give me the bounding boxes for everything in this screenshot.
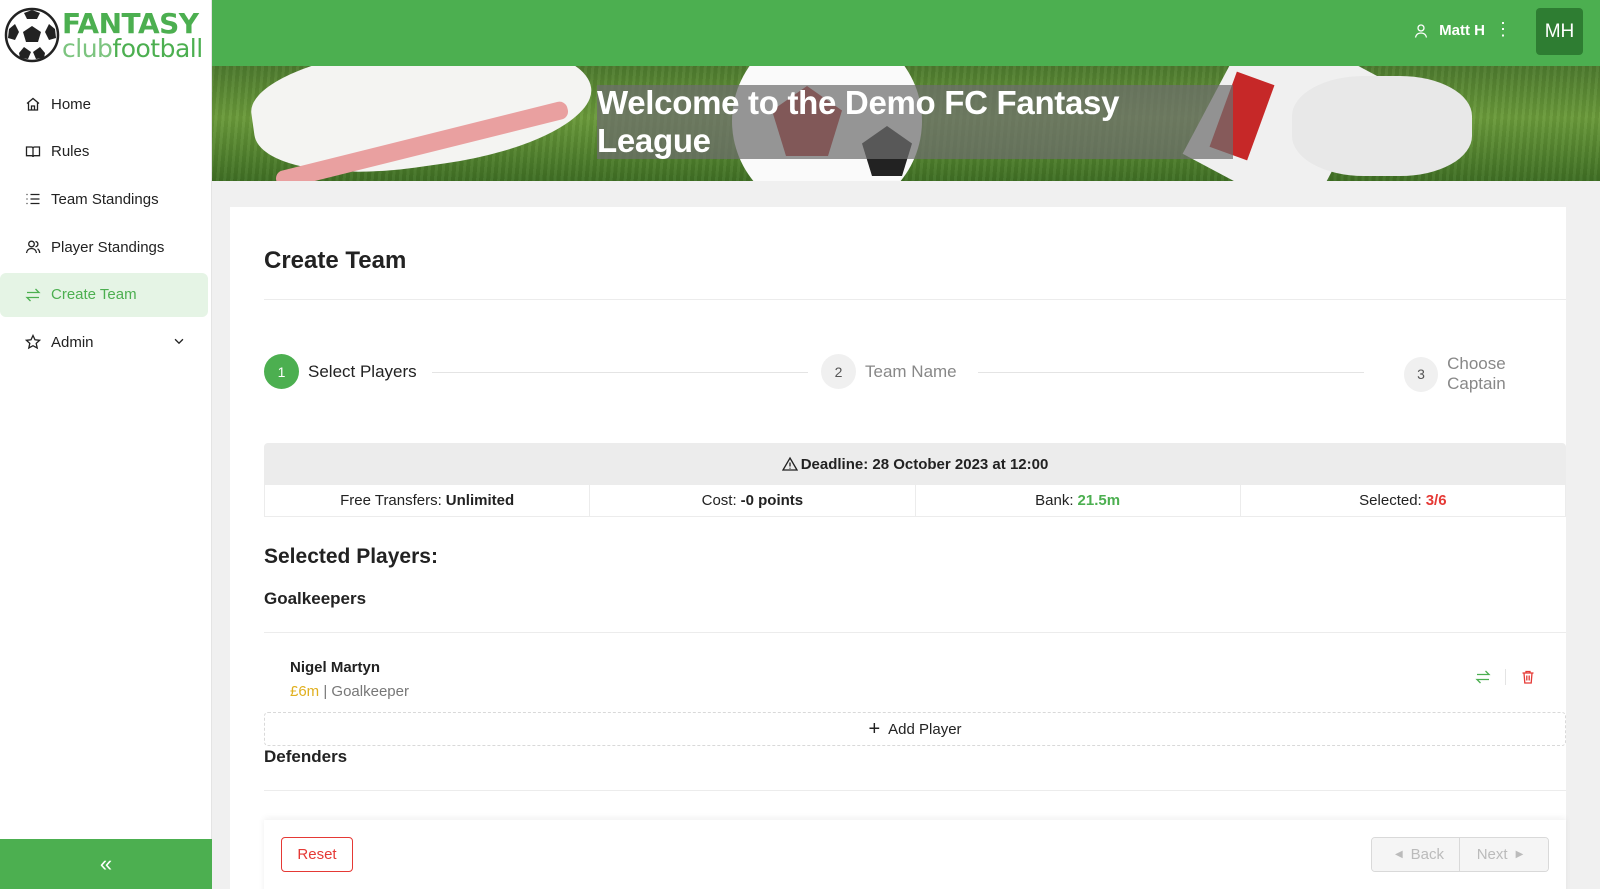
banner-title: Welcome to the Demo FC Fantasy League: [597, 84, 1233, 159]
avatar[interactable]: MH: [1536, 8, 1583, 55]
divider: [1505, 669, 1506, 685]
stat-free-transfers: Free Transfers: Unlimited: [265, 485, 591, 516]
defenders-heading: Defenders: [264, 747, 348, 766]
selected-players-heading: Selected Players:: [264, 545, 438, 568]
stat-bank: Bank: 21.5m: [916, 485, 1241, 516]
step-choose-captain[interactable]: 3 Choose Captain: [1404, 354, 1566, 394]
user-name: Matt H: [1439, 22, 1485, 39]
wizard-nav-buttons: ◀ Back Next ▶: [1371, 837, 1549, 872]
player-row: Nigel Martyn £6m | Goalkeeper: [264, 647, 1566, 707]
sidebar-item-admin[interactable]: Admin: [0, 320, 208, 364]
create-team-card: Create Team 1 Select Players 2 Team Name…: [230, 207, 1566, 889]
swap-icon: [25, 288, 41, 302]
page-title: Create Team: [264, 247, 407, 274]
sidebar-item-home[interactable]: Home: [0, 82, 208, 126]
step-connector: [432, 372, 808, 373]
player-price: £6m: [290, 683, 320, 700]
plus-icon: +: [868, 718, 881, 740]
chevron-down-icon: [174, 339, 184, 345]
sidebar: FANTASY clubfootball Home Rules Team Sta…: [0, 0, 212, 889]
home-icon: [26, 97, 40, 111]
wizard-footer: Reset ◀ Back Next ▶: [264, 820, 1566, 889]
step-team-name[interactable]: 2 Team Name: [821, 354, 957, 389]
collapse-sidebar-button[interactable]: «: [0, 839, 212, 889]
sidebar-item-team-standings[interactable]: Team Standings: [0, 177, 208, 221]
warning-icon: [781, 456, 798, 471]
step-label: Team Name: [865, 361, 957, 381]
step-number: 2: [821, 354, 856, 389]
player-meta: £6m | Goalkeeper: [290, 683, 409, 700]
team-stats: Free Transfers: Unlimited Cost: -0 point…: [264, 485, 1566, 517]
book-icon: [25, 146, 41, 157]
sidebar-item-player-standings[interactable]: Player Standings: [0, 225, 208, 269]
free-transfers-value: Unlimited: [445, 492, 515, 509]
reset-button[interactable]: Reset: [281, 837, 353, 872]
divider: [264, 299, 1566, 300]
stat-selected: Selected: 3/6: [1359, 492, 1447, 509]
list-icon: [26, 194, 40, 205]
hero-banner: Welcome to the Demo FC Fantasy League: [212, 66, 1600, 181]
step-number: 1: [264, 354, 299, 389]
sidebar-item-rules[interactable]: Rules: [0, 130, 208, 174]
stat-cost: Cost: -0 points: [590, 485, 916, 516]
deadline-banner: Deadline: 28 October 2023 at 12:00: [264, 443, 1566, 485]
player-actions: [1475, 669, 1536, 685]
user-icon: [1415, 23, 1428, 38]
step-number: 3: [1404, 356, 1439, 392]
caret-right-icon: ▶: [1515, 849, 1524, 860]
stepper: 1 Select Players 2 Team Name 3 Choose Ca…: [264, 354, 1566, 394]
top-bar: Matt H ⋮ MH: [212, 0, 1600, 66]
users-icon: [25, 240, 41, 254]
double-chevron-left-icon: «: [99, 851, 113, 876]
selected-value: 3/6: [1425, 492, 1447, 509]
delete-icon[interactable]: [1520, 669, 1536, 685]
add-player-button[interactable]: + Add Player: [264, 712, 1566, 746]
player-name: Nigel Martyn: [290, 659, 381, 676]
step-label: Select Players: [308, 361, 417, 381]
sidebar-item-label: Rules: [51, 143, 90, 161]
sidebar-nav: Home Rules Team Standings Player Standin…: [0, 82, 212, 368]
sidebar-item-label: Create Team: [51, 286, 137, 304]
soccer-ball-icon: [4, 7, 60, 63]
sidebar-item-label: Player Standings: [51, 238, 165, 256]
logo[interactable]: FANTASY clubfootball: [4, 6, 204, 64]
player-position: Goalkeeper: [331, 683, 409, 700]
user-menu[interactable]: Matt H: [1413, 22, 1485, 39]
divider: [264, 790, 1566, 791]
step-label: Choose Captain: [1447, 354, 1506, 393]
next-label: Next: [1476, 846, 1508, 863]
back-label: Back: [1410, 846, 1445, 863]
sidebar-item-label: Admin: [51, 333, 94, 351]
next-button[interactable]: Next ▶: [1460, 838, 1548, 871]
step-select-players[interactable]: 1 Select Players: [264, 354, 417, 389]
divider: [264, 632, 1566, 633]
caret-left-icon: ◀: [1394, 849, 1403, 860]
more-options-icon[interactable]: ⋮: [1494, 20, 1512, 38]
bank-value: 21.5m: [1077, 492, 1121, 509]
sidebar-item-label: Home: [51, 95, 92, 113]
add-player-label: Add Player: [888, 720, 962, 738]
sidebar-item-label: Team Standings: [51, 190, 159, 208]
logo-line-2: clubfootball: [62, 33, 203, 63]
star-icon: [25, 334, 41, 350]
step-connector: [978, 372, 1364, 373]
back-button[interactable]: ◀ Back: [1372, 838, 1460, 871]
sidebar-item-create-team[interactable]: Create Team: [0, 272, 208, 317]
deadline-text: Deadline: 28 October 2023 at 12:00: [800, 455, 1049, 473]
cost-value: -0 points: [740, 492, 804, 509]
goalkeepers-heading: Goalkeepers: [264, 589, 367, 608]
swap-player-icon[interactable]: [1475, 669, 1491, 685]
